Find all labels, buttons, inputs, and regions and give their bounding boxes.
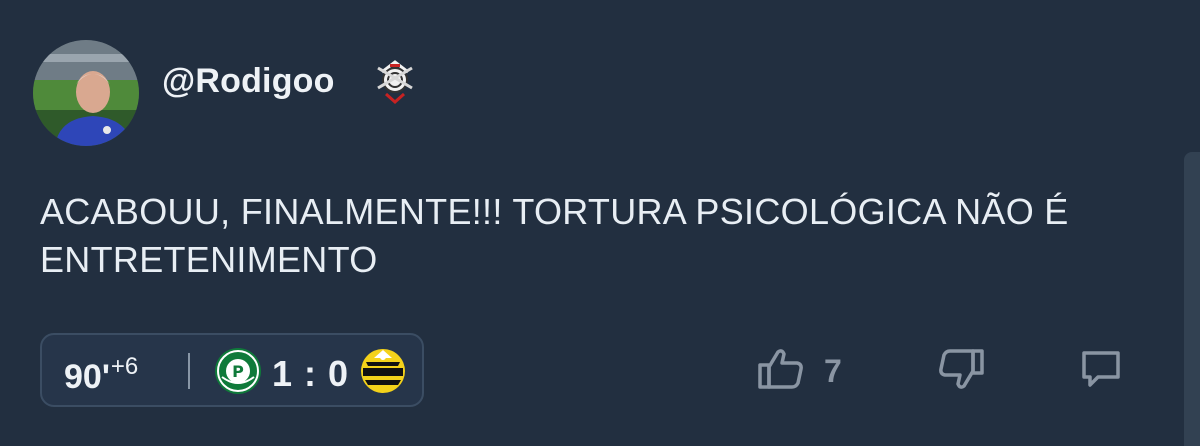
post-text: ACABOUU, FINALMENTE!!! TORTURA PSICOLÓGI…: [40, 191, 1069, 280]
novorizontino-crest-icon: [360, 348, 406, 394]
dislike-button[interactable]: [938, 348, 984, 395]
scrollbar[interactable]: [1184, 152, 1200, 446]
thumbs-down-icon: [938, 348, 984, 395]
svg-text:P: P: [232, 362, 244, 381]
comment-icon: [1080, 348, 1122, 395]
comment-button[interactable]: [1080, 348, 1122, 395]
thumbs-up-icon: [758, 348, 804, 395]
added-time: +6: [110, 353, 139, 380]
minute-label: 90': [64, 358, 110, 396]
corinthians-crest-icon: [374, 58, 416, 105]
avatar-image: [33, 40, 139, 146]
match-minute: 90'+6: [64, 353, 138, 397]
palmeiras-crest-icon: P: [214, 347, 262, 395]
username[interactable]: @Rodigoo: [162, 62, 335, 101]
like-button[interactable]: 7: [758, 348, 842, 395]
match-score: 1 : 0: [272, 353, 350, 394]
match-score-widget[interactable]: 90'+6 P 1 : 0: [40, 333, 424, 407]
post-card: @Rodigoo ACABOUU, FINALMENTE!!! TORTURA …: [0, 0, 1200, 446]
avatar[interactable]: [33, 40, 139, 146]
like-count: 7: [824, 353, 842, 389]
divider: [188, 353, 190, 389]
